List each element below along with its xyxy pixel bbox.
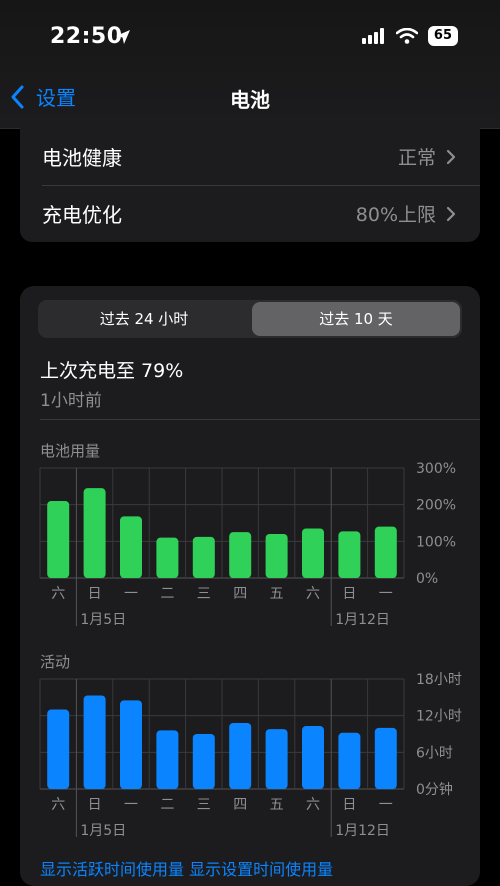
- battery-health-row[interactable]: 电池健康 正常: [20, 128, 480, 185]
- chart-bar: [229, 723, 252, 789]
- x-tick-label: 五: [270, 586, 284, 602]
- battery-usage-card: 过去 24 小时 过去 10 天 上次充电至 79% 1小时前 电池用量 300…: [20, 286, 480, 886]
- x-tick-label: 一: [124, 797, 138, 813]
- chevron-right-icon: [446, 149, 456, 164]
- row-value: 80%上限: [355, 204, 436, 226]
- row-label: 充电优化: [42, 203, 122, 227]
- x-tick-label: 六: [306, 797, 320, 813]
- chart-bar: [156, 537, 179, 578]
- x-tick-label: 三: [197, 586, 211, 602]
- time-range-segmented-control[interactable]: 过去 24 小时 过去 10 天: [38, 300, 462, 338]
- battery-usage-chart: 300% 200% 100% 0% 六 日 一 二 三 四 五 六 日 一 1月5日 1月12日: [39, 461, 456, 628]
- date-label: 1月12日: [335, 612, 390, 628]
- date-label: 1月5日: [80, 612, 126, 628]
- status-icons: 65: [361, 26, 458, 46]
- x-tick-label: 日: [342, 586, 356, 602]
- last-charge-level: 上次充电至 79%: [40, 360, 184, 382]
- x-tick-label: 一: [124, 586, 138, 602]
- status-time: 22:50: [50, 24, 123, 49]
- x-tick-label: 日: [88, 586, 102, 602]
- date-label: 1月5日: [80, 823, 126, 839]
- x-tick-label: 三: [197, 797, 211, 813]
- y-tick-label: 200%: [416, 498, 456, 514]
- chart-bar: [302, 726, 324, 789]
- chevron-right-icon: [446, 206, 456, 221]
- chart-bar: [374, 526, 397, 578]
- row-label: 电池健康: [42, 146, 122, 170]
- x-tick-label: 六: [51, 797, 65, 813]
- chart-bar: [338, 531, 361, 578]
- usage-toggle-links[interactable]: 显示活跃时间使用量 显示设置时间使用量: [40, 856, 333, 880]
- chart-bar: [47, 709, 70, 789]
- chart-bar: [338, 732, 361, 789]
- x-tick-label: 二: [160, 797, 174, 813]
- chart-bar: [83, 695, 106, 789]
- chart-bar: [302, 528, 324, 578]
- y-tick-label: 0%: [416, 571, 438, 587]
- battery-indicator: 65: [427, 26, 458, 46]
- chart-bar: [192, 734, 215, 789]
- x-tick-label: 一: [379, 586, 393, 602]
- x-tick-label: 四: [233, 797, 247, 813]
- chart-bar: [156, 730, 179, 789]
- charging-optimization-row[interactable]: 充电优化 80%上限: [20, 185, 480, 242]
- x-tick-label: 五: [270, 797, 284, 813]
- chart-bar: [83, 488, 106, 578]
- page-title: 电池: [230, 88, 270, 112]
- chart-bar: [229, 532, 252, 578]
- wifi-icon: [395, 28, 418, 44]
- chart-bar: [120, 700, 142, 789]
- chart-bar: [192, 536, 215, 578]
- x-tick-label: 六: [51, 586, 65, 602]
- cellular-signal-icon: [361, 28, 384, 44]
- battery-settings-group: 电池健康 正常 充电优化 80%上限: [20, 128, 480, 242]
- date-label: 1月12日: [335, 823, 390, 839]
- activity-chart: 18小时 12小时 6小时 0分钟六 日 一 二 三 四 五 六 日 一 1月5日 1月12日: [39, 672, 462, 839]
- y-tick-label: 0分钟: [416, 781, 453, 798]
- y-tick-label: 6小时: [416, 745, 453, 761]
- navigation-bar: 22:50 65 设置 电池: [0, 0, 500, 129]
- chart-bar: [265, 729, 288, 789]
- divider: [40, 419, 480, 420]
- location-icon: [116, 30, 130, 44]
- chart-bar: [120, 516, 142, 578]
- x-tick-label: 日: [342, 797, 356, 813]
- x-tick-label: 日: [88, 797, 102, 813]
- y-tick-label: 12小时: [416, 709, 462, 725]
- y-tick-label: 18小时: [416, 672, 462, 688]
- chart-bar: [374, 727, 397, 789]
- last-charge-time: 1小时前: [40, 391, 102, 411]
- chart-bar: [265, 534, 288, 578]
- row-value: 正常: [397, 147, 436, 169]
- chart-bar: [47, 501, 70, 578]
- x-tick-label: 二: [160, 586, 174, 602]
- y-tick-label: 100%: [416, 534, 456, 550]
- x-tick-label: 六: [306, 586, 320, 602]
- segment-24-hours[interactable]: 过去 24 小时: [40, 302, 248, 336]
- segment-10-days[interactable]: 过去 10 天: [252, 302, 460, 336]
- x-tick-label: 四: [233, 586, 247, 602]
- x-tick-label: 一: [379, 797, 393, 813]
- y-tick-label: 300%: [416, 461, 456, 477]
